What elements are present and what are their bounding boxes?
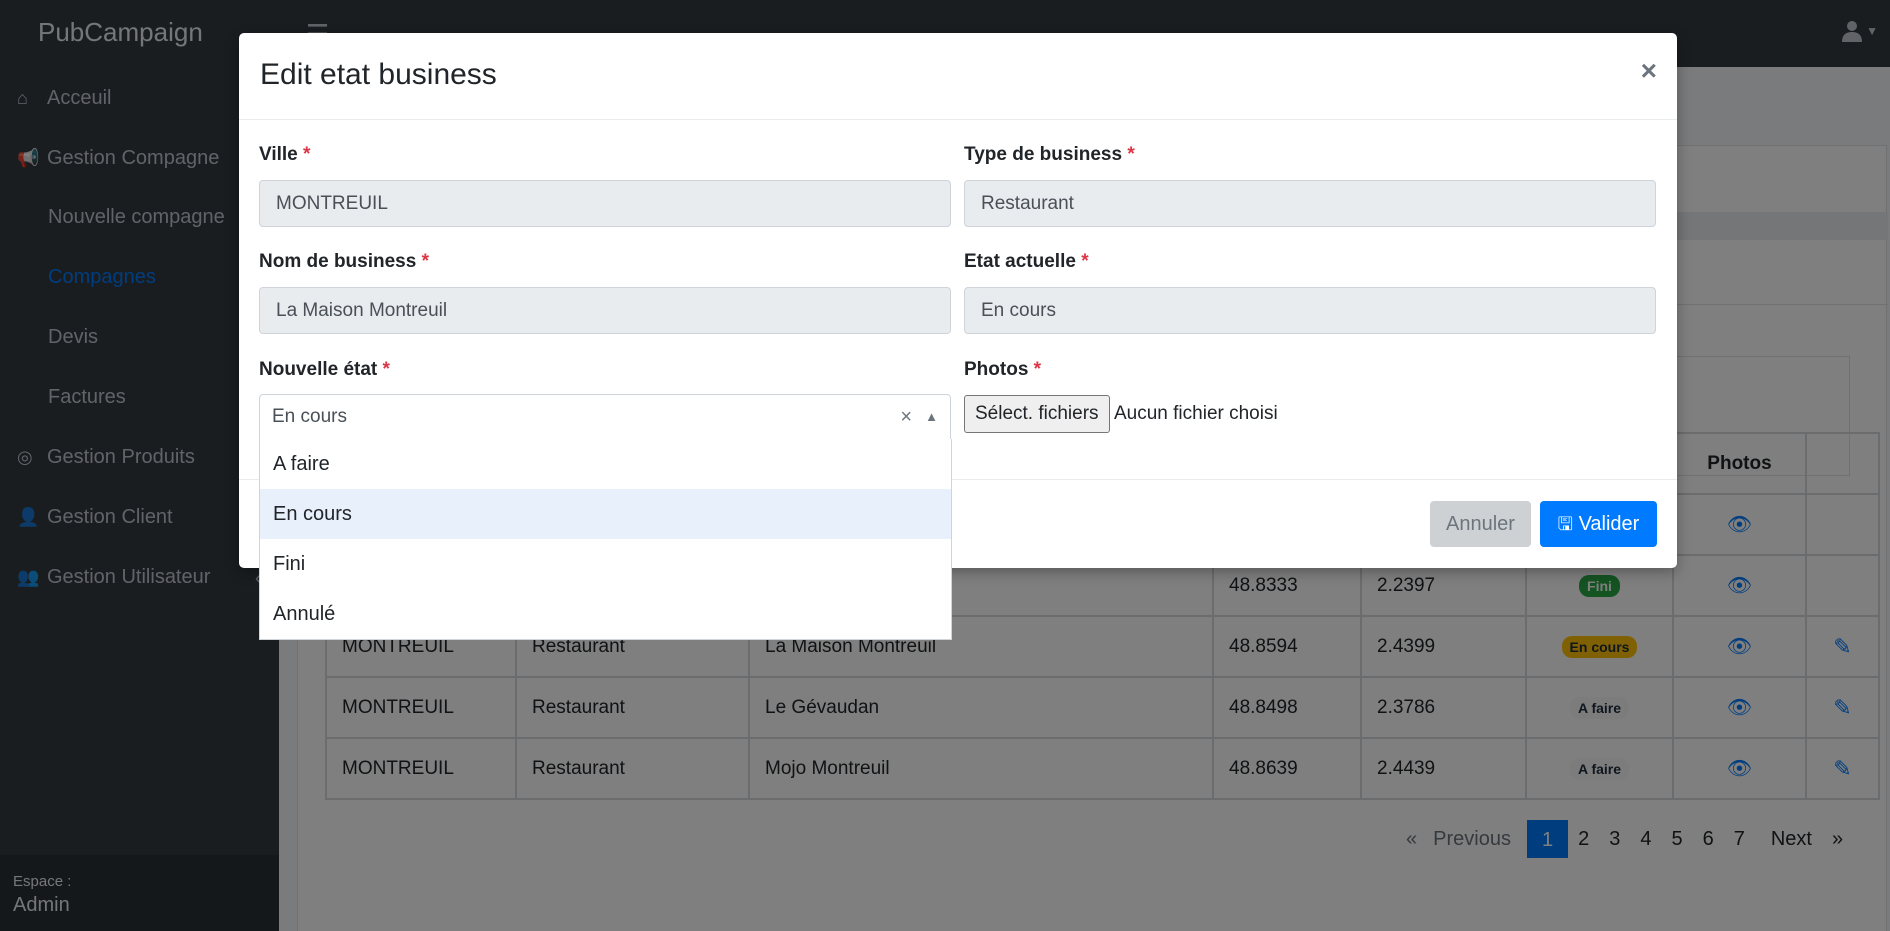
nouvelle-etat-dropdown: A faire En cours Fini Annulé — [259, 439, 952, 640]
dropdown-option-fini[interactable]: Fini — [260, 539, 951, 589]
select-value: En cours — [272, 406, 347, 427]
ville-field[interactable]: MONTREUIL — [259, 180, 951, 227]
type-field[interactable]: Restaurant — [964, 180, 1656, 227]
validate-button[interactable]: 🖫 Valider — [1540, 501, 1657, 547]
nouvelle-etat-select[interactable]: En cours × ▲ — [259, 394, 951, 440]
cancel-button[interactable]: Annuler — [1430, 501, 1531, 547]
dropdown-option-en-cours[interactable]: En cours — [260, 489, 951, 539]
etat-actuelle-label: Etat actuelle * — [964, 251, 1089, 272]
validate-label: Valider — [1578, 513, 1640, 535]
close-icon[interactable]: × — [1641, 55, 1657, 87]
modal-header: Edit etat business × — [239, 33, 1677, 120]
dropdown-option-a-faire[interactable]: A faire — [260, 439, 951, 489]
ville-label: Ville * — [259, 144, 311, 165]
nom-label: Nom de business * — [259, 251, 430, 272]
etat-actuelle-field[interactable]: En cours — [964, 287, 1656, 334]
save-icon: 🖫 — [1557, 514, 1573, 534]
file-select-button[interactable]: Sélect. fichiers — [964, 395, 1110, 433]
caret-up-icon[interactable]: ▲ — [925, 395, 938, 439]
clear-icon[interactable]: × — [900, 395, 912, 439]
file-status-text: Aucun fichier choisi — [1114, 403, 1278, 424]
nouvelle-etat-label: Nouvelle état * — [259, 359, 390, 380]
type-label: Type de business * — [964, 144, 1135, 165]
nom-field[interactable]: La Maison Montreuil — [259, 287, 951, 334]
dropdown-option-annule[interactable]: Annulé — [260, 589, 951, 639]
modal-title: Edit etat business — [260, 58, 497, 91]
photos-label: Photos * — [964, 359, 1042, 380]
